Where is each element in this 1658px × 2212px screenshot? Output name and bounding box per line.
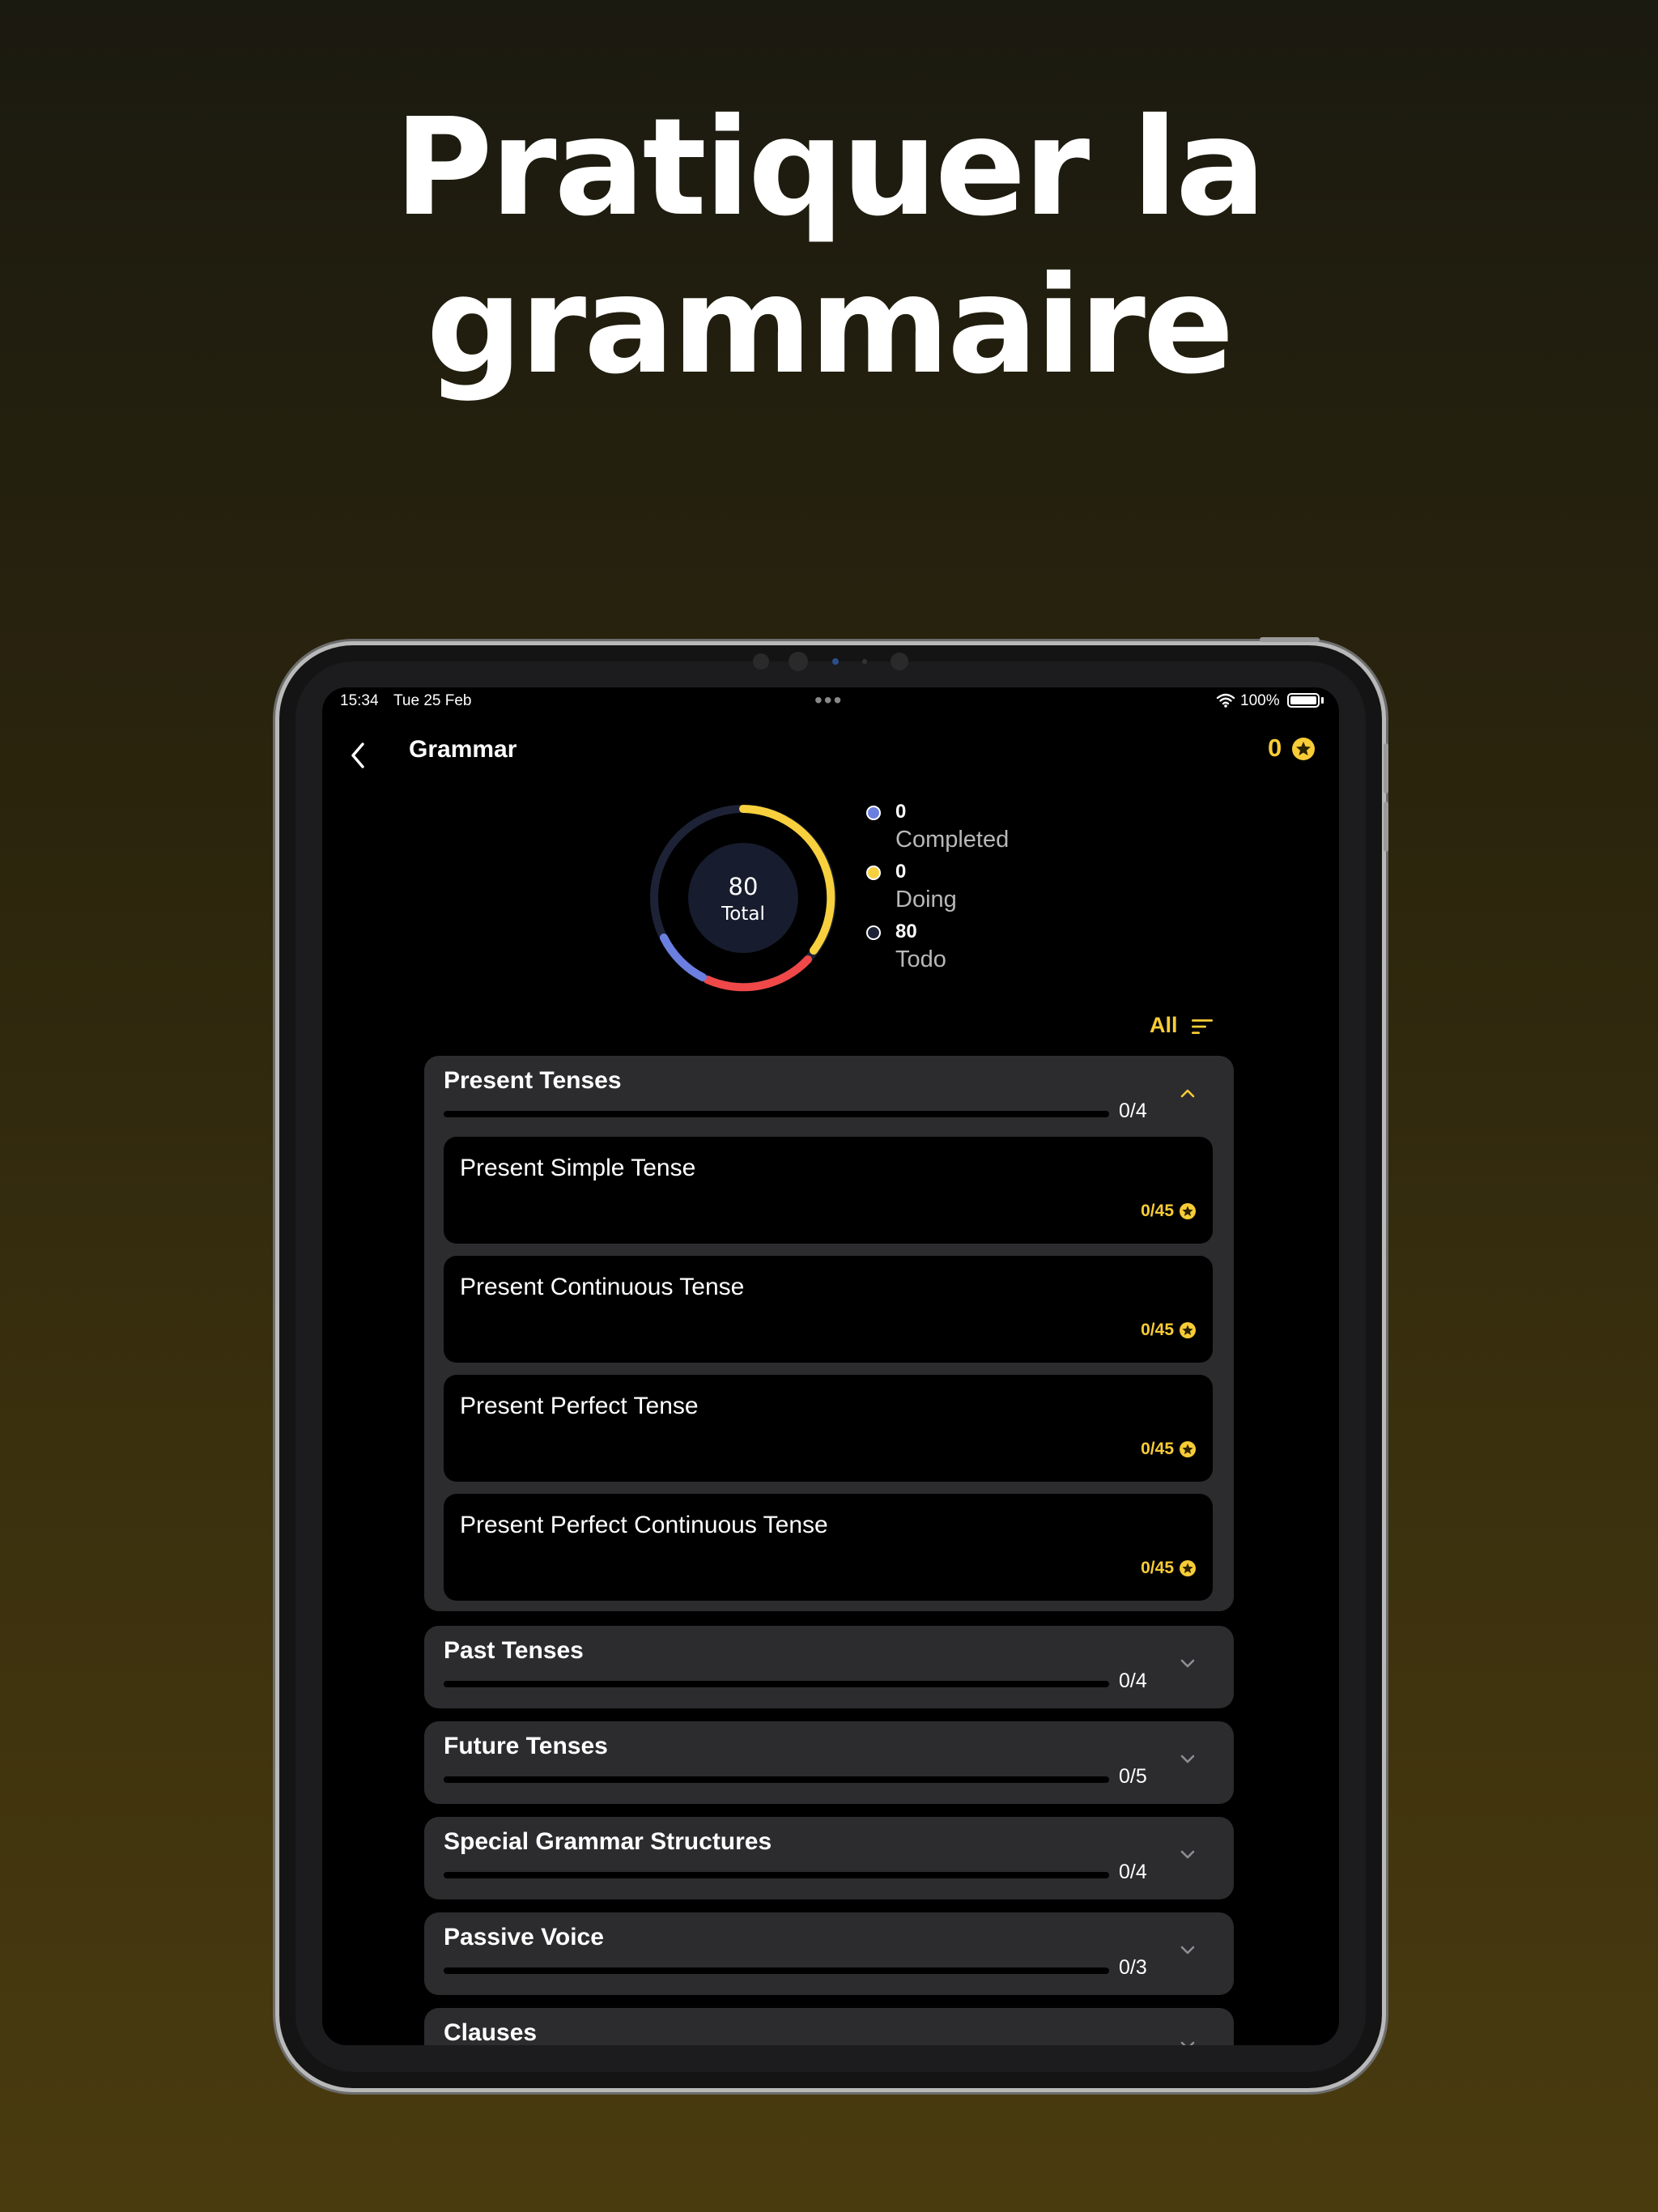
section-future-tenses[interactable]: Future Tenses 0/5 [424,1721,1234,1804]
total-value: 80 [729,873,759,900]
headline: Pratiquer la grammaire [0,89,1658,405]
headline-line-2: grammaire [426,248,1234,404]
section-count: 0/4 [1119,1100,1147,1122]
section-progress-bar [444,1681,1109,1687]
filter-button[interactable]: All [1150,1013,1178,1038]
battery-cap [1321,697,1324,704]
legend-dot-doing [866,866,881,880]
chevron-down-icon[interactable] [1177,1846,1198,1862]
lesson-title: Present Perfect Continuous Tense [460,1512,828,1538]
headline-line-1: Pratiquer la [394,90,1266,246]
status-time: 15:34 [340,692,379,709]
wifi-icon [1216,693,1235,708]
section-count: 0/3 [1119,1956,1147,1979]
donut-segment-red [704,955,812,992]
section-title: Passive Voice [444,1924,604,1950]
legend-dot-todo [866,925,881,940]
total-label: Total [721,904,765,925]
section-progress-bar [444,1967,1109,1974]
section-progress-bar [444,1776,1109,1783]
back-button[interactable] [342,736,374,775]
legend-label-todo: Todo [895,946,946,972]
multitasking-dots-icon[interactable]: ••• [814,687,843,713]
lesson-card[interactable]: Present Perfect Continuous Tense 0/45 [444,1494,1213,1601]
page-title: Grammar [409,736,517,763]
chevron-down-icon[interactable] [1177,1942,1198,1958]
star-coin-icon [1180,1203,1196,1219]
chevron-down-icon[interactable] [1177,2037,1198,2045]
lesson-score: 0/45 [1141,1559,1174,1577]
legend-value-todo: 80 [895,921,917,942]
sensor-icon [891,653,908,670]
camera-icon [789,652,808,671]
section-title: Past Tenses [444,1637,584,1664]
coin-count: 0 [1268,734,1282,762]
chevron-down-icon[interactable] [1177,1655,1198,1671]
sensor-icon [862,659,867,664]
battery-icon [1287,693,1320,708]
power-button [1260,637,1320,642]
section-clauses[interactable]: Clauses [424,2008,1234,2045]
legend-value-doing: 0 [895,861,907,883]
app-screen: 15:34 Tue 25 Feb ••• 100% Grammar 0 80 T… [322,687,1339,2045]
section-title: Present Tenses [444,1067,622,1094]
lesson-score: 0/45 [1141,1202,1174,1220]
star-coin-icon [1292,738,1315,760]
star-coin-icon [1180,1560,1196,1576]
sensor-icon [753,653,769,670]
chevron-up-icon[interactable] [1177,1085,1198,1101]
section-title: Special Grammar Structures [444,1828,772,1855]
donut-segment-blue [660,934,707,981]
section-past-tenses[interactable]: Past Tenses 0/4 [424,1626,1234,1708]
section-present-tenses[interactable]: Present Tenses 0/4 Present Simple Tense … [424,1056,1234,1611]
progress-donut-chart: 80 Total [650,805,836,992]
legend-label-doing: Doing [895,887,957,912]
legend-dot-completed [866,806,881,820]
star-coin-icon [1180,1441,1196,1457]
filter-sort-icon[interactable] [1190,1017,1214,1036]
section-count: 0/4 [1119,1670,1147,1692]
section-count: 0/5 [1119,1765,1147,1788]
lesson-card[interactable]: Present Perfect Tense 0/45 [444,1375,1213,1482]
status-date: Tue 25 Feb [393,692,472,709]
lesson-card[interactable]: Present Simple Tense 0/45 [444,1137,1213,1244]
section-count: 0/4 [1119,1861,1147,1883]
camera-lens-icon [832,658,839,665]
legend-value-completed: 0 [895,801,907,823]
lesson-score: 0/45 [1141,1321,1174,1339]
section-special-grammar-structures[interactable]: Special Grammar Structures 0/4 [424,1817,1234,1899]
volume-up-button [1384,743,1388,793]
section-title: Clauses [444,2019,538,2045]
lesson-title: Present Simple Tense [460,1155,696,1181]
section-passive-voice[interactable]: Passive Voice 0/3 [424,1912,1234,1995]
battery-percentage: 100% [1240,692,1280,709]
section-progress-bar [444,1111,1109,1117]
lesson-title: Present Continuous Tense [460,1274,745,1300]
lesson-card[interactable]: Present Continuous Tense 0/45 [444,1256,1213,1363]
volume-down-button [1384,802,1388,852]
chevron-down-icon[interactable] [1177,1750,1198,1767]
section-progress-bar [444,1872,1109,1878]
legend-label-completed: Completed [895,827,1010,853]
star-coin-icon [1180,1322,1196,1338]
section-title: Future Tenses [444,1733,608,1759]
lesson-title: Present Perfect Tense [460,1393,699,1419]
lesson-score: 0/45 [1141,1440,1174,1458]
